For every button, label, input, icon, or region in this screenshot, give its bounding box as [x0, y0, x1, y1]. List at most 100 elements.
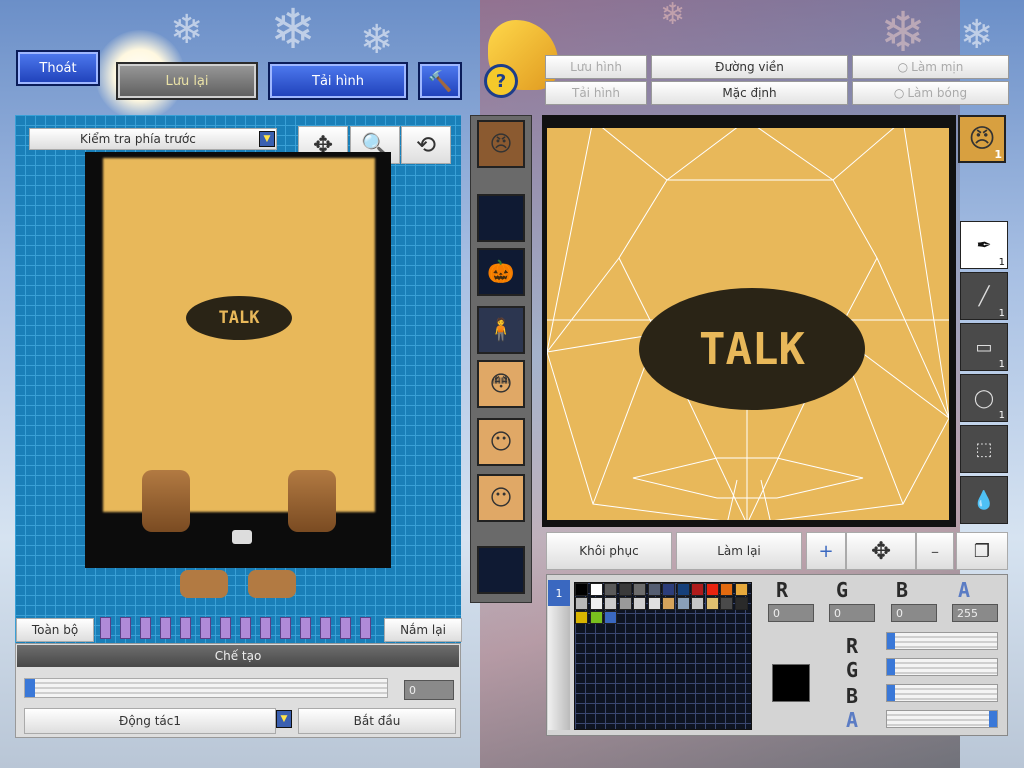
alpha-slider-handle[interactable] — [989, 711, 997, 727]
frame-slot[interactable] — [160, 617, 171, 639]
rect-tool[interactable]: ▭ 1 — [960, 323, 1008, 371]
rotate-button[interactable]: ⟲ — [401, 126, 451, 164]
palette-swatch[interactable] — [589, 611, 603, 624]
palette-swatch[interactable] — [633, 583, 646, 596]
eyedropper-tool[interactable]: 💧 — [960, 476, 1008, 524]
alpha-value-field[interactable]: 255 — [952, 604, 998, 622]
add-point-button[interactable]: + — [806, 532, 846, 570]
blue-slider[interactable] — [886, 684, 998, 702]
pen-tool[interactable]: ✒ 1 — [960, 221, 1008, 269]
palette-swatch[interactable] — [618, 597, 632, 610]
smooth-toggle[interactable]: ○ Làm mịn — [852, 55, 1009, 79]
frame-slot[interactable] — [220, 617, 231, 639]
frame-slot[interactable] — [140, 617, 151, 639]
blue-slider-handle[interactable] — [887, 685, 895, 701]
start-button[interactable]: Bắt đầu — [298, 708, 456, 734]
red-value-field[interactable]: 0 — [768, 604, 814, 622]
palette-swatch[interactable] — [633, 597, 646, 610]
palette-swatch[interactable] — [604, 583, 617, 596]
tab-border[interactable]: Đường viền — [651, 55, 848, 79]
part-thumb-face-3[interactable]: 😶 — [477, 474, 525, 522]
view-select[interactable]: Kiểm tra phía trước — [29, 128, 277, 150]
layer-avatar[interactable]: 😠 1 — [958, 115, 1006, 163]
part-thumb-empty[interactable] — [477, 546, 525, 594]
palette-tab-active[interactable]: 1 — [548, 580, 570, 606]
palette-swatch[interactable] — [734, 583, 748, 596]
all-frames-button[interactable]: Toàn bộ — [16, 618, 94, 642]
palette-swatches[interactable] — [575, 583, 751, 625]
tab-default[interactable]: Mặc định — [651, 81, 848, 105]
palette-swatch[interactable] — [575, 597, 588, 610]
palette-swatch[interactable] — [604, 597, 617, 610]
frame-slot[interactable] — [300, 617, 311, 639]
grab-frames-button[interactable]: Nắm lại — [384, 618, 462, 642]
part-thumb-face-2[interactable]: 😶 — [477, 418, 525, 466]
action-select[interactable]: Động tác1 — [24, 708, 276, 734]
palette-swatch[interactable] — [734, 597, 748, 610]
redo-button[interactable]: Làm lại — [676, 532, 802, 570]
frame-slot[interactable] — [260, 617, 271, 639]
red-slider-handle[interactable] — [887, 633, 895, 649]
select-tool[interactable]: ⬚ — [960, 425, 1008, 473]
part-thumb-empty[interactable] — [477, 194, 525, 242]
palette-swatch[interactable] — [676, 597, 690, 610]
move-canvas-button[interactable]: ✥ — [846, 532, 916, 570]
creation-value-field[interactable]: 0 — [404, 680, 454, 700]
frame-slots[interactable] — [96, 617, 378, 639]
frame-slot[interactable] — [320, 617, 331, 639]
remove-point-button[interactable]: – — [916, 532, 954, 570]
tab-load-image[interactable]: Tải hình — [545, 81, 647, 105]
blue-value-field[interactable]: 0 — [891, 604, 937, 622]
palette-swatch[interactable] — [705, 583, 719, 596]
green-slider[interactable] — [886, 658, 998, 676]
frame-slot[interactable] — [120, 617, 131, 639]
restore-button[interactable]: Khôi phục — [546, 532, 672, 570]
layer-toggle-button[interactable]: ❐ — [956, 532, 1008, 570]
palette-swatch[interactable] — [589, 583, 603, 596]
frame-slot[interactable] — [180, 617, 191, 639]
hammer-tool-button[interactable]: 🔨 — [418, 62, 462, 100]
palette-swatch[interactable] — [720, 583, 733, 596]
palette-swatch[interactable] — [691, 597, 704, 610]
part-thumb-hair[interactable]: 🎃 — [477, 248, 525, 296]
shade-toggle[interactable]: ○ Làm bóng — [852, 81, 1009, 105]
palette-swatch[interactable] — [618, 583, 632, 596]
green-value-field[interactable]: 0 — [829, 604, 875, 622]
frame-slot[interactable] — [100, 617, 111, 639]
palette-swatch[interactable] — [604, 611, 617, 624]
creation-slider[interactable] — [24, 678, 388, 698]
frame-slot[interactable] — [240, 617, 251, 639]
frame-slot[interactable] — [280, 617, 291, 639]
palette-swatch[interactable] — [589, 597, 603, 610]
exit-button[interactable]: Thoát — [16, 50, 100, 86]
palette-swatch[interactable] — [662, 583, 675, 596]
palette-swatch[interactable] — [691, 583, 704, 596]
ellipse-tool[interactable]: ◯ 1 — [960, 374, 1008, 422]
alpha-slider[interactable] — [886, 710, 998, 728]
part-thumb-head[interactable]: 😠 — [477, 120, 525, 168]
palette-swatch[interactable] — [575, 583, 588, 596]
palette-swatch[interactable] — [647, 597, 661, 610]
palette-swatch[interactable] — [662, 597, 675, 610]
frame-slot[interactable] — [340, 617, 351, 639]
red-slider[interactable] — [886, 632, 998, 650]
palette-swatch[interactable] — [676, 583, 690, 596]
save-button[interactable]: Lưu lại — [116, 62, 258, 100]
part-thumb-body[interactable]: 🧍 — [477, 306, 525, 354]
line-tool[interactable]: ╱ 1 — [960, 272, 1008, 320]
view-select-dropdown[interactable]: ▼ — [259, 131, 275, 147]
part-thumb-face-1[interactable]: 😳 — [477, 360, 525, 408]
palette-swatch[interactable] — [705, 597, 719, 610]
editor-canvas[interactable]: TALK — [547, 128, 949, 520]
tab-save-image[interactable]: Lưu hình — [545, 55, 647, 79]
frame-slot[interactable] — [360, 617, 371, 639]
palette-swatch[interactable] — [575, 611, 588, 624]
green-slider-handle[interactable] — [887, 659, 895, 675]
palette-swatch[interactable] — [720, 597, 733, 610]
help-button[interactable]: ? — [484, 64, 518, 98]
action-select-dropdown[interactable]: ▼ — [276, 710, 292, 728]
palette-swatch[interactable] — [647, 583, 661, 596]
reload-image-button[interactable]: Tải hình — [268, 62, 408, 100]
creation-slider-handle[interactable] — [25, 679, 35, 697]
frame-slot[interactable] — [200, 617, 211, 639]
